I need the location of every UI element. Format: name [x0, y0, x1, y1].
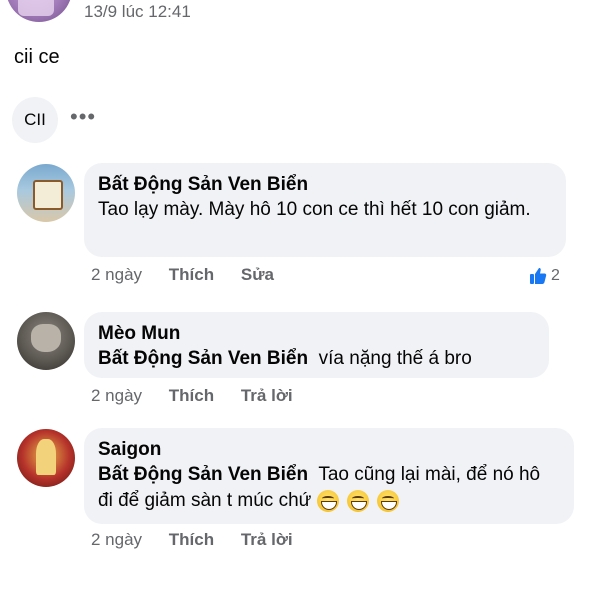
comment-bubble: Mèo Mun Bất Động Sản Ven Biển vía nặng t…: [84, 312, 549, 378]
commenter-avatar[interactable]: [17, 312, 75, 370]
edit-button[interactable]: Sửa: [241, 265, 274, 284]
mention-link[interactable]: Bất Động Sản Ven Biển: [98, 348, 308, 369]
mention-link[interactable]: Bất Động Sản Ven Biển: [98, 464, 308, 485]
grinning-face-icon: [317, 489, 340, 512]
like-count[interactable]: 2: [528, 266, 560, 286]
like-button[interactable]: Thích: [169, 386, 214, 405]
like-button[interactable]: Thích: [169, 530, 214, 549]
comment-text-body: vía nặng thế á bro: [318, 348, 472, 369]
comment-author[interactable]: Mèo Mun: [98, 321, 533, 346]
comment-time[interactable]: 2 ngày: [91, 386, 142, 405]
comment-text: Tao lạy mày. Mày hô 10 con ce thì hết 10…: [98, 199, 531, 220]
reply-button[interactable]: Trả lời: [241, 530, 293, 549]
comment-author[interactable]: Saigon: [98, 437, 558, 462]
grinning-face-icon: [347, 489, 370, 512]
comment-actions: 2 ngày Thích Sửa: [91, 265, 296, 285]
commenter-avatar[interactable]: [17, 429, 75, 487]
reply-button[interactable]: Trả lời: [241, 386, 293, 405]
comment-time[interactable]: 2 ngày: [91, 530, 142, 549]
comment-text: Bất Động Sản Ven Biển vía nặng thế á bro: [98, 346, 533, 372]
comment-author[interactable]: Bất Động Sản Ven Biển: [98, 172, 550, 197]
emoji-group: [317, 489, 400, 512]
like-button[interactable]: Thích: [169, 265, 214, 284]
like-count-value: 2: [551, 267, 560, 284]
comment-text: Bất Động Sản Ven Biển Tao cũng lại mài, …: [98, 462, 558, 514]
poster-avatar[interactable]: [6, 0, 72, 22]
comment-bubble: Bất Động Sản Ven Biển Tao lạy mày. Mày h…: [84, 163, 566, 257]
thumbs-up-icon: [530, 268, 547, 284]
more-options-icon[interactable]: •••: [70, 106, 96, 128]
post-timestamp[interactable]: 13/9 lúc 12:41: [84, 2, 191, 22]
comment-actions: 2 ngày Thích Trả lời: [91, 530, 315, 550]
grinning-face-icon: [377, 489, 400, 512]
comment-bubble: Saigon Bất Động Sản Ven Biển Tao cũng lạ…: [84, 428, 574, 524]
comment-actions: 2 ngày Thích Trả lời: [91, 386, 315, 406]
commenter-avatar[interactable]: [17, 164, 75, 222]
comment-time[interactable]: 2 ngày: [91, 265, 142, 284]
post-text: cii ce: [14, 46, 60, 68]
reaction-chip[interactable]: CII: [12, 97, 58, 143]
comment-thread: 13/9 lúc 12:41 cii ce CII ••• Bất Động S…: [0, 0, 600, 600]
